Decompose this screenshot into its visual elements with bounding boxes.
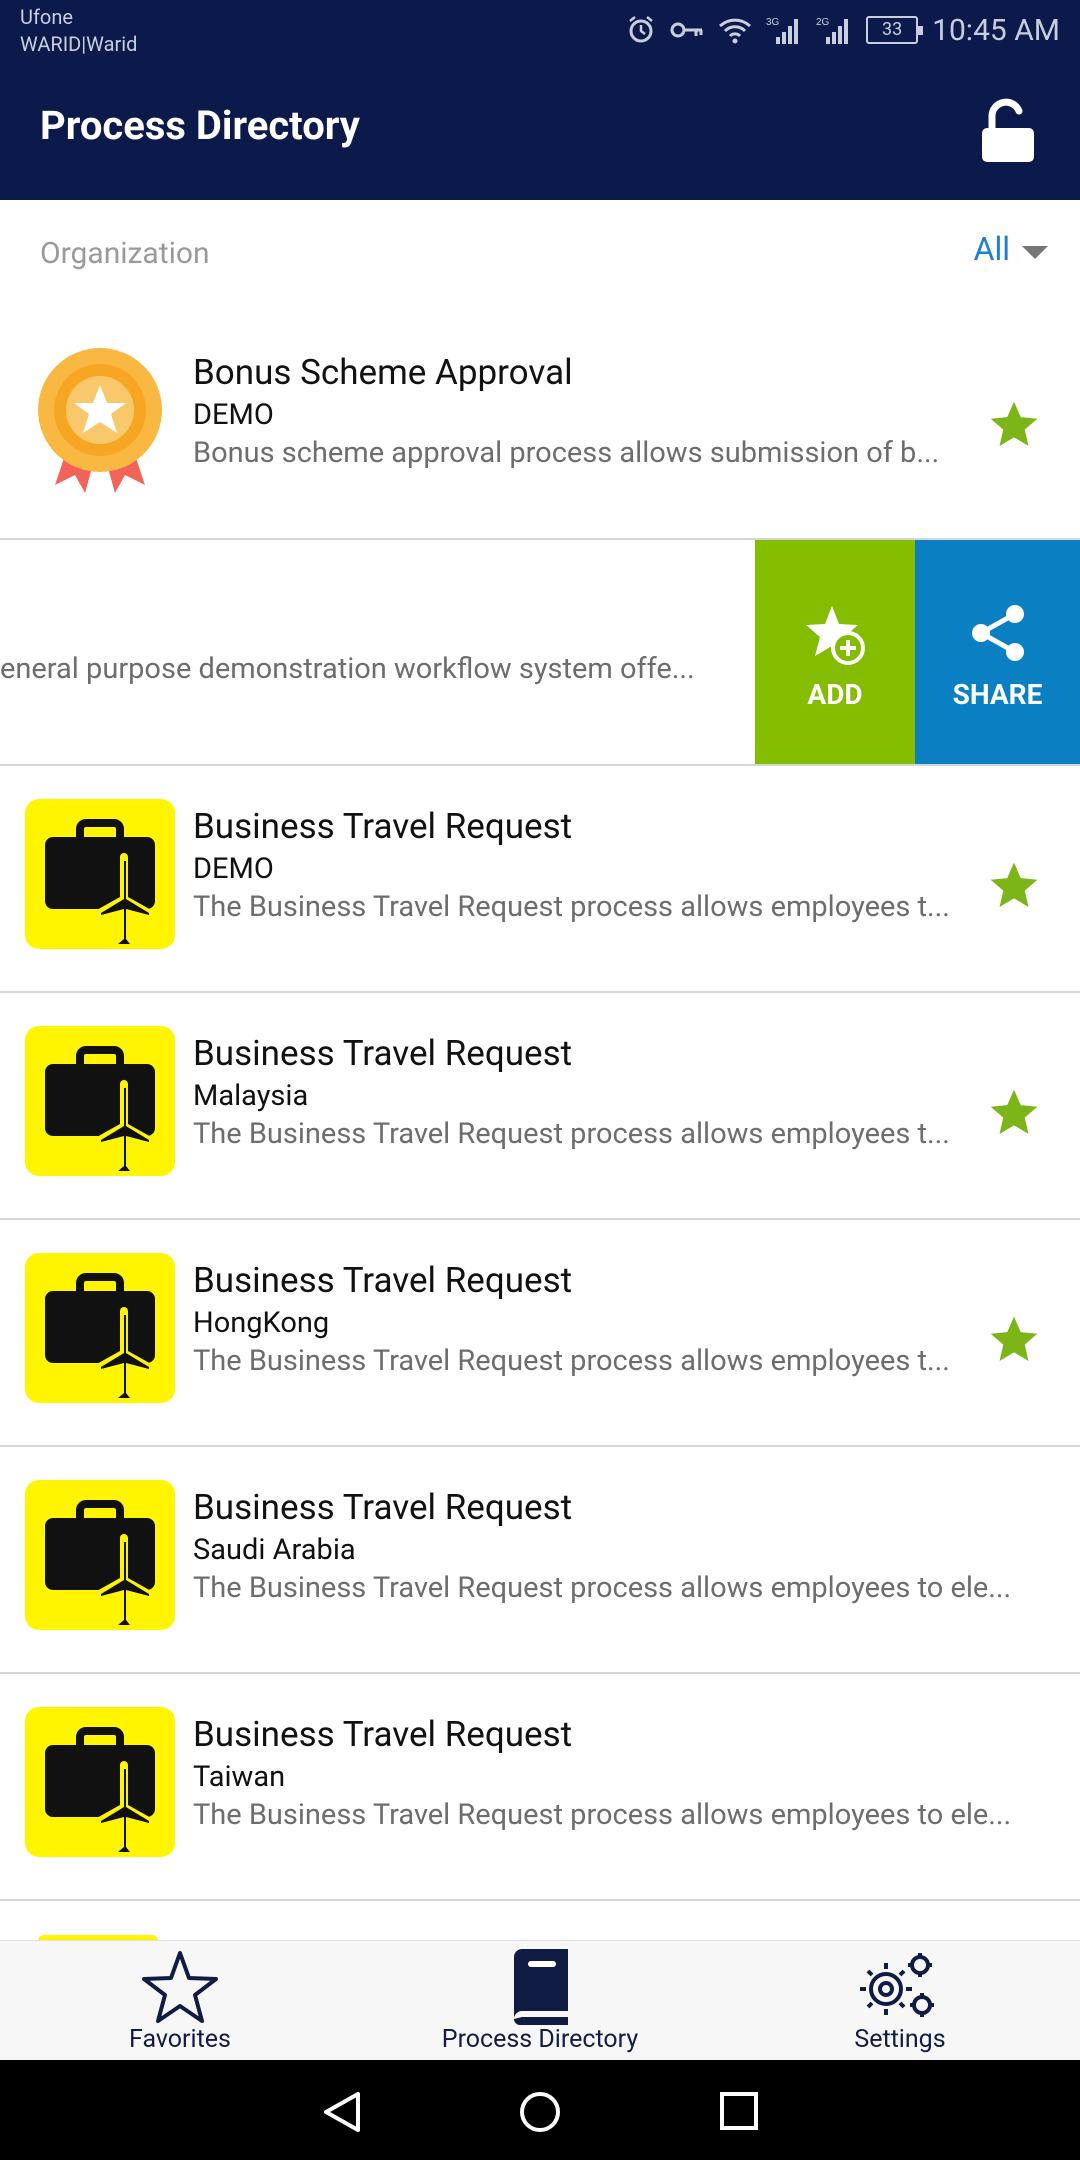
nav-process-directory[interactable]: Process Directory bbox=[360, 1941, 720, 2061]
status-icons: 3G 2G 33 10:45 AM bbox=[626, 10, 1060, 50]
battery-icon: 33 bbox=[866, 16, 924, 44]
carrier-secondary: WARID|Warid bbox=[20, 32, 138, 56]
nav-favorites[interactable]: Favorites bbox=[0, 1941, 360, 2061]
star-outline-icon bbox=[142, 1951, 218, 2023]
list-item[interactable]: Business Travel Request Taiwan The Busin… bbox=[0, 1674, 1080, 1901]
item-description: The Business Travel Request process allo… bbox=[193, 1571, 1012, 1605]
system-navigation-bar bbox=[0, 2060, 1080, 2160]
item-title: Business Travel Request bbox=[193, 1033, 573, 1074]
share-button[interactable]: SHARE bbox=[915, 540, 1080, 764]
list-item[interactable]: Business Travel Request Saudi Arabia The… bbox=[0, 1447, 1080, 1674]
nav-label: Settings bbox=[854, 2025, 946, 2054]
award-badge-icon bbox=[25, 345, 175, 495]
organization-value[interactable]: All bbox=[974, 230, 1010, 268]
item-description: The Business Travel Request process allo… bbox=[193, 1117, 950, 1151]
dropdown-arrow-icon[interactable] bbox=[1022, 245, 1048, 259]
organization-filter: Organization All bbox=[0, 200, 1080, 312]
carrier-primary: Ufone bbox=[20, 5, 73, 29]
list-item-swiped[interactable]: eneral purpose demonstration workflow sy… bbox=[0, 540, 1080, 766]
list-item[interactable]: Business Travel Request Malaysia The Bus… bbox=[0, 993, 1080, 1220]
item-title: Business Travel Request bbox=[193, 1714, 573, 1755]
item-description: The Business Travel Request process allo… bbox=[193, 1798, 1012, 1832]
item-title: Bonus Scheme Approval bbox=[193, 352, 573, 393]
item-description: The Business Travel Request process allo… bbox=[193, 1344, 950, 1378]
page-title: Process Directory bbox=[40, 102, 360, 149]
item-title: Business Travel Request bbox=[193, 1260, 573, 1301]
list-item[interactable]: Business Travel Request HongKong The Bus… bbox=[0, 1220, 1080, 1447]
clock: 10:45 AM bbox=[932, 12, 1060, 48]
item-organization: Saudi Arabia bbox=[193, 1533, 356, 1567]
favorite-star-icon[interactable] bbox=[986, 397, 1042, 453]
unlock-icon[interactable] bbox=[978, 98, 1038, 164]
add-label: ADD bbox=[807, 678, 863, 711]
recents-icon[interactable] bbox=[718, 2090, 760, 2132]
item-description: The Business Travel Request process allo… bbox=[193, 890, 950, 924]
network-type-1: 3G bbox=[766, 17, 780, 28]
app-bar: Process Directory bbox=[0, 62, 1080, 200]
add-star-icon bbox=[806, 606, 865, 665]
organization-dropdown[interactable]: All bbox=[974, 230, 1048, 268]
key-icon bbox=[670, 22, 703, 38]
share-label: SHARE bbox=[952, 678, 1043, 711]
favorite-star-icon[interactable] bbox=[986, 1312, 1042, 1368]
signal-icon-1: 3G bbox=[766, 17, 799, 44]
add-favorite-button[interactable]: ADD bbox=[755, 540, 915, 764]
item-organization: Taiwan bbox=[193, 1760, 286, 1794]
item-title: Business Travel Request bbox=[193, 806, 573, 847]
item-organization: Malaysia bbox=[193, 1079, 309, 1113]
back-icon[interactable] bbox=[320, 2090, 362, 2134]
favorite-star-icon[interactable] bbox=[986, 1085, 1042, 1141]
network-type-2: 2G bbox=[816, 17, 830, 28]
item-description: eneral purpose demonstration workflow sy… bbox=[0, 652, 695, 686]
carrier-info: Ufone WARID|Warid bbox=[20, 4, 137, 58]
nav-settings[interactable]: Settings bbox=[720, 1941, 1080, 2061]
status-bar: Ufone WARID|Warid 3G 2G 33 10:45 AM bbox=[0, 0, 1080, 62]
list-item[interactable]: Business Travel Request DEMO The Busines… bbox=[0, 766, 1080, 993]
nav-label: Favorites bbox=[129, 2025, 231, 2054]
bottom-navigation: Favorites Process Directory Settings bbox=[0, 1940, 1080, 2060]
share-icon bbox=[971, 605, 1024, 661]
travel-icon bbox=[25, 1707, 175, 1857]
travel-icon bbox=[25, 1253, 175, 1403]
book-icon bbox=[514, 1949, 568, 2025]
nav-label: Process Directory bbox=[441, 2025, 639, 2054]
list-item[interactable]: Bonus Scheme Approval DEMO Bonus scheme … bbox=[0, 312, 1080, 540]
alarm-icon bbox=[629, 16, 653, 43]
item-organization: DEMO bbox=[193, 852, 274, 886]
item-title: Business Travel Request bbox=[193, 1487, 573, 1528]
favorite-star-icon[interactable] bbox=[986, 858, 1042, 914]
item-organization: DEMO bbox=[193, 398, 274, 432]
item-organization: HongKong bbox=[193, 1306, 330, 1340]
home-icon[interactable] bbox=[518, 2090, 562, 2134]
travel-icon bbox=[25, 1026, 175, 1176]
organization-label: Organization bbox=[40, 236, 210, 271]
wifi-icon bbox=[719, 18, 752, 44]
gears-icon bbox=[860, 1953, 934, 2017]
travel-icon bbox=[25, 1480, 175, 1630]
travel-icon bbox=[25, 799, 175, 949]
item-description: Bonus scheme approval process allows sub… bbox=[193, 436, 940, 470]
signal-icon-2: 2G bbox=[816, 17, 849, 44]
